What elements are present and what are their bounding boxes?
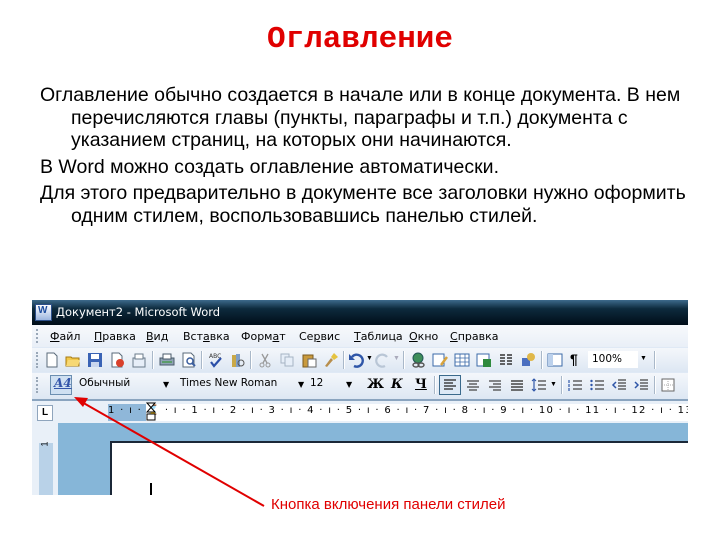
- underline-button[interactable]: Ч: [415, 377, 427, 392]
- ruler-bar: L 1 · ı · ⌛ · ı · 1 · ı · 2 · ı · 3 · ı …: [32, 401, 720, 423]
- menu-table[interactable]: Таблица: [354, 330, 403, 343]
- align-right-button[interactable]: [487, 377, 503, 393]
- toolbar-separator: [152, 351, 154, 369]
- vertical-ruler[interactable]: 1: [39, 441, 53, 495]
- italic-button[interactable]: К: [391, 377, 403, 392]
- toolbar-separator: [343, 351, 345, 369]
- cut-icon[interactable]: [257, 352, 273, 368]
- justify-button[interactable]: [509, 377, 525, 393]
- line-spacing-dropdown-arrow[interactable]: ▼: [550, 381, 557, 388]
- print-preview-icon[interactable]: [181, 352, 197, 368]
- font-combo[interactable]: Times New Roman ▼: [180, 377, 308, 394]
- vertical-ruler-label: 1: [39, 441, 50, 447]
- toolbar-grip[interactable]: [36, 352, 40, 368]
- bullets-button[interactable]: [589, 377, 605, 393]
- menu-view[interactable]: Вид: [146, 330, 168, 343]
- bold-button[interactable]: Ж: [367, 377, 384, 392]
- numbering-button[interactable]: [567, 377, 583, 393]
- align-center-button[interactable]: [465, 377, 481, 393]
- toolbar-separator: [250, 351, 252, 369]
- open-icon[interactable]: [65, 352, 81, 368]
- word-screenshot: W Документ2 - Microsoft Word Файл Правка…: [32, 300, 720, 495]
- ruler-numbers: 1 · ı · ⌛ · ı · 1 · ı · 2 · ı · 3 · ı · …: [108, 405, 720, 416]
- zoom-combo[interactable]: 100%: [588, 351, 638, 368]
- styles-and-formatting-button[interactable]: A4: [50, 375, 72, 395]
- line-spacing-icon[interactable]: [531, 377, 547, 393]
- print-icon[interactable]: [159, 352, 175, 368]
- borders-button[interactable]: [660, 377, 676, 393]
- insert-table-icon[interactable]: [454, 352, 470, 368]
- callout-caption: Кнопка включения панели стилей: [271, 496, 506, 513]
- document-area: 1: [32, 423, 690, 495]
- columns-icon[interactable]: [498, 352, 514, 368]
- decrease-indent-button[interactable]: [611, 377, 627, 393]
- new-document-icon[interactable]: [44, 352, 60, 368]
- window-title: Документ2 - Microsoft Word: [56, 305, 221, 319]
- toolbar-separator: [654, 351, 656, 369]
- email-icon[interactable]: [131, 352, 147, 368]
- paragraph-styles: Для этого предварительно в документе все…: [40, 182, 686, 227]
- slide-body: Оглавление обычно создается в начале или…: [40, 84, 700, 231]
- drawing-icon[interactable]: [520, 352, 536, 368]
- indent-marker-icon[interactable]: [146, 402, 156, 422]
- toolbar-separator: [201, 351, 203, 369]
- menu-tools[interactable]: Сервис: [299, 330, 340, 343]
- menu-format[interactable]: Формат: [241, 330, 286, 343]
- menu-edit[interactable]: Правка: [94, 330, 136, 343]
- screenshot-margin: [688, 300, 720, 495]
- slide-title: Оглавление: [266, 22, 454, 57]
- tables-borders-icon[interactable]: [432, 352, 448, 368]
- toolbar-separator: [561, 376, 563, 394]
- menu-bar: Файл Правка Вид Вставка Формат Сервис Та…: [32, 325, 688, 347]
- paste-icon[interactable]: [301, 352, 317, 368]
- menu-file[interactable]: Файл: [50, 330, 80, 343]
- toolbar-grip[interactable]: [36, 377, 40, 393]
- insert-excel-icon[interactable]: [476, 352, 492, 368]
- document-page[interactable]: [110, 441, 690, 495]
- paragraph-intro: Оглавление обычно создается в начале или…: [40, 84, 681, 151]
- undo-dropdown-arrow[interactable]: ▼: [366, 355, 373, 362]
- redo-dropdown-arrow[interactable]: ▼: [393, 355, 400, 362]
- spelling-icon[interactable]: ABC: [208, 352, 224, 368]
- toolbar-separator: [541, 351, 543, 369]
- menu-grip[interactable]: [36, 329, 40, 343]
- increase-indent-button[interactable]: [633, 377, 649, 393]
- vertical-ruler-strip: 1: [32, 423, 58, 495]
- toolbar-separator: [654, 376, 656, 394]
- word-app-icon: W: [35, 304, 52, 321]
- formatting-toolbar: A4 Обычный ▼ Times New Roman ▼ 12 ▼ Ж К Ч ▼: [32, 373, 688, 401]
- standard-toolbar: ABC ▼ ▼ ¶ 100% ▼: [32, 348, 688, 372]
- hyperlink-icon[interactable]: [410, 352, 426, 368]
- text-cursor: [150, 483, 152, 495]
- research-icon[interactable]: [230, 352, 246, 368]
- document-map-icon[interactable]: [547, 352, 563, 368]
- menu-window[interactable]: Окно: [409, 330, 438, 343]
- permission-icon[interactable]: [109, 352, 125, 368]
- zoom-dropdown-arrow[interactable]: ▼: [640, 355, 647, 362]
- horizontal-ruler[interactable]: 1 · ı · ⌛ · ı · 1 · ı · 2 · ı · 3 · ı · …: [108, 404, 720, 421]
- toolbar-separator: [434, 376, 436, 394]
- menu-help[interactable]: Справка: [450, 330, 498, 343]
- window-titlebar: W Документ2 - Microsoft Word: [32, 300, 688, 325]
- format-painter-icon[interactable]: [323, 352, 339, 368]
- save-icon[interactable]: [87, 352, 103, 368]
- show-formatting-icon[interactable]: ¶: [570, 351, 578, 367]
- paragraph-word-auto: В Word можно создать оглавление автомати…: [40, 155, 499, 178]
- tab-selector-button[interactable]: L: [37, 405, 53, 421]
- copy-icon[interactable]: [279, 352, 295, 368]
- redo-icon[interactable]: [375, 352, 391, 368]
- style-combo[interactable]: Обычный ▼: [79, 377, 179, 394]
- menu-insert[interactable]: Вставка: [183, 330, 230, 343]
- undo-icon[interactable]: [348, 352, 364, 368]
- font-size-combo[interactable]: 12 ▼: [310, 377, 360, 394]
- toolbar-separator: [403, 351, 405, 369]
- align-left-button[interactable]: [439, 375, 461, 395]
